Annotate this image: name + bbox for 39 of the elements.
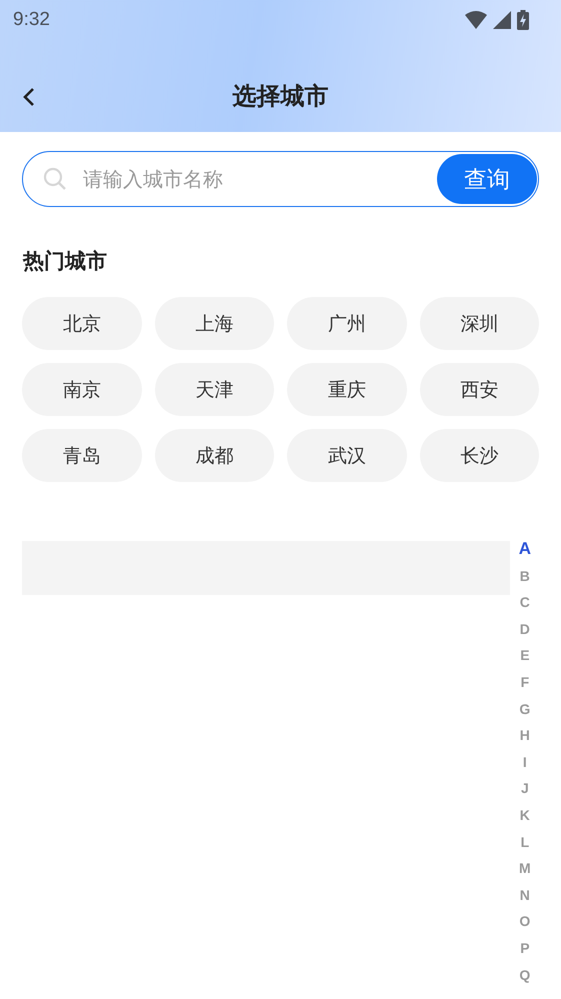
signal-icon: [493, 11, 511, 29]
wifi-icon: [465, 11, 487, 29]
index-letter[interactable]: G: [519, 696, 530, 722]
city-chip[interactable]: 深圳: [420, 297, 539, 350]
index-letter[interactable]: I: [522, 748, 527, 776]
index-letter[interactable]: M: [519, 855, 531, 882]
search-button[interactable]: 查询: [437, 154, 537, 204]
search-icon: [43, 167, 67, 191]
status-time: 9:32: [13, 9, 50, 31]
index-letter[interactable]: O: [519, 908, 530, 935]
city-chip[interactable]: 长沙: [420, 429, 539, 482]
city-chip[interactable]: 天津: [154, 363, 274, 416]
index-letter[interactable]: D: [520, 616, 530, 642]
index-letter[interactable]: K: [520, 802, 530, 829]
city-chip[interactable]: 成都: [154, 429, 274, 482]
index-letter[interactable]: L: [520, 828, 530, 856]
index-letter[interactable]: E: [520, 642, 530, 669]
city-chip[interactable]: 北京: [22, 297, 142, 350]
back-button[interactable]: [22, 86, 36, 108]
city-chip[interactable]: 重庆: [287, 363, 406, 416]
index-letter[interactable]: A: [518, 536, 531, 563]
index-letter[interactable]: Q: [519, 962, 530, 988]
index-letter[interactable]: J: [520, 775, 529, 802]
index-letter[interactable]: N: [520, 882, 530, 908]
city-chip[interactable]: 武汉: [287, 429, 406, 482]
index-letter[interactable]: C: [520, 589, 530, 616]
section-title: 热门城市: [23, 248, 108, 275]
index-letter[interactable]: F: [520, 668, 530, 696]
search-field[interactable]: 请输入城市名称 查询: [22, 151, 539, 207]
city-chip[interactable]: 上海: [154, 297, 274, 350]
battery-icon: [517, 10, 529, 30]
page-title: 选择城市: [232, 81, 328, 112]
city-chip[interactable]: 西安: [420, 363, 539, 416]
city-chip[interactable]: 广州: [287, 297, 406, 350]
index-letter[interactable]: H: [520, 722, 530, 749]
index-letter[interactable]: P: [520, 934, 530, 962]
city-chip[interactable]: 青岛: [22, 429, 142, 482]
index-letter[interactable]: B: [520, 562, 530, 590]
city-chip[interactable]: 南京: [22, 363, 142, 416]
